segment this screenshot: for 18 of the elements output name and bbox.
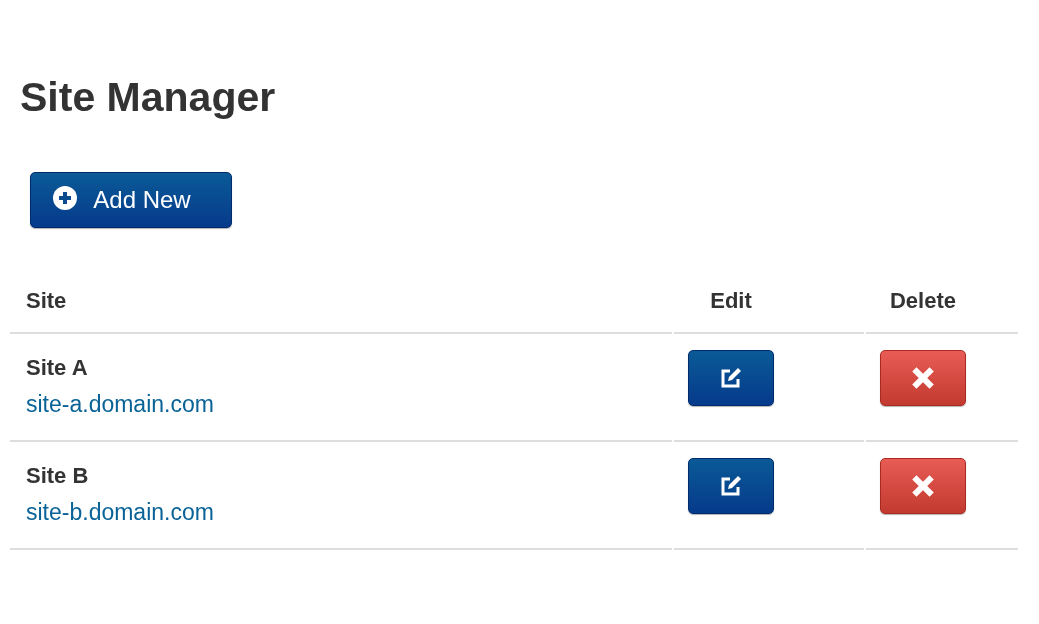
delete-button[interactable] [880, 458, 966, 514]
column-header: Edit [709, 288, 753, 314]
column-header: Delete [888, 288, 957, 314]
edit-icon [719, 474, 743, 498]
edit-button[interactable] [688, 458, 774, 514]
plus-circle-icon [53, 186, 78, 210]
close-icon [910, 473, 936, 499]
delete-button[interactable] [880, 350, 966, 406]
site-link[interactable]: site-a.domain.com [26, 391, 214, 417]
edit-button[interactable] [688, 350, 774, 406]
column-header: Site [26, 288, 67, 314]
add-new-button[interactable]: Add New [30, 172, 232, 228]
site-link[interactable]: site-b.domain.com [26, 499, 214, 525]
page-title: Site Manager [20, 73, 277, 122]
site-name: Site B [26, 462, 90, 490]
edit-icon [719, 366, 743, 390]
site-name: Site A [26, 354, 89, 382]
close-icon [910, 365, 936, 391]
